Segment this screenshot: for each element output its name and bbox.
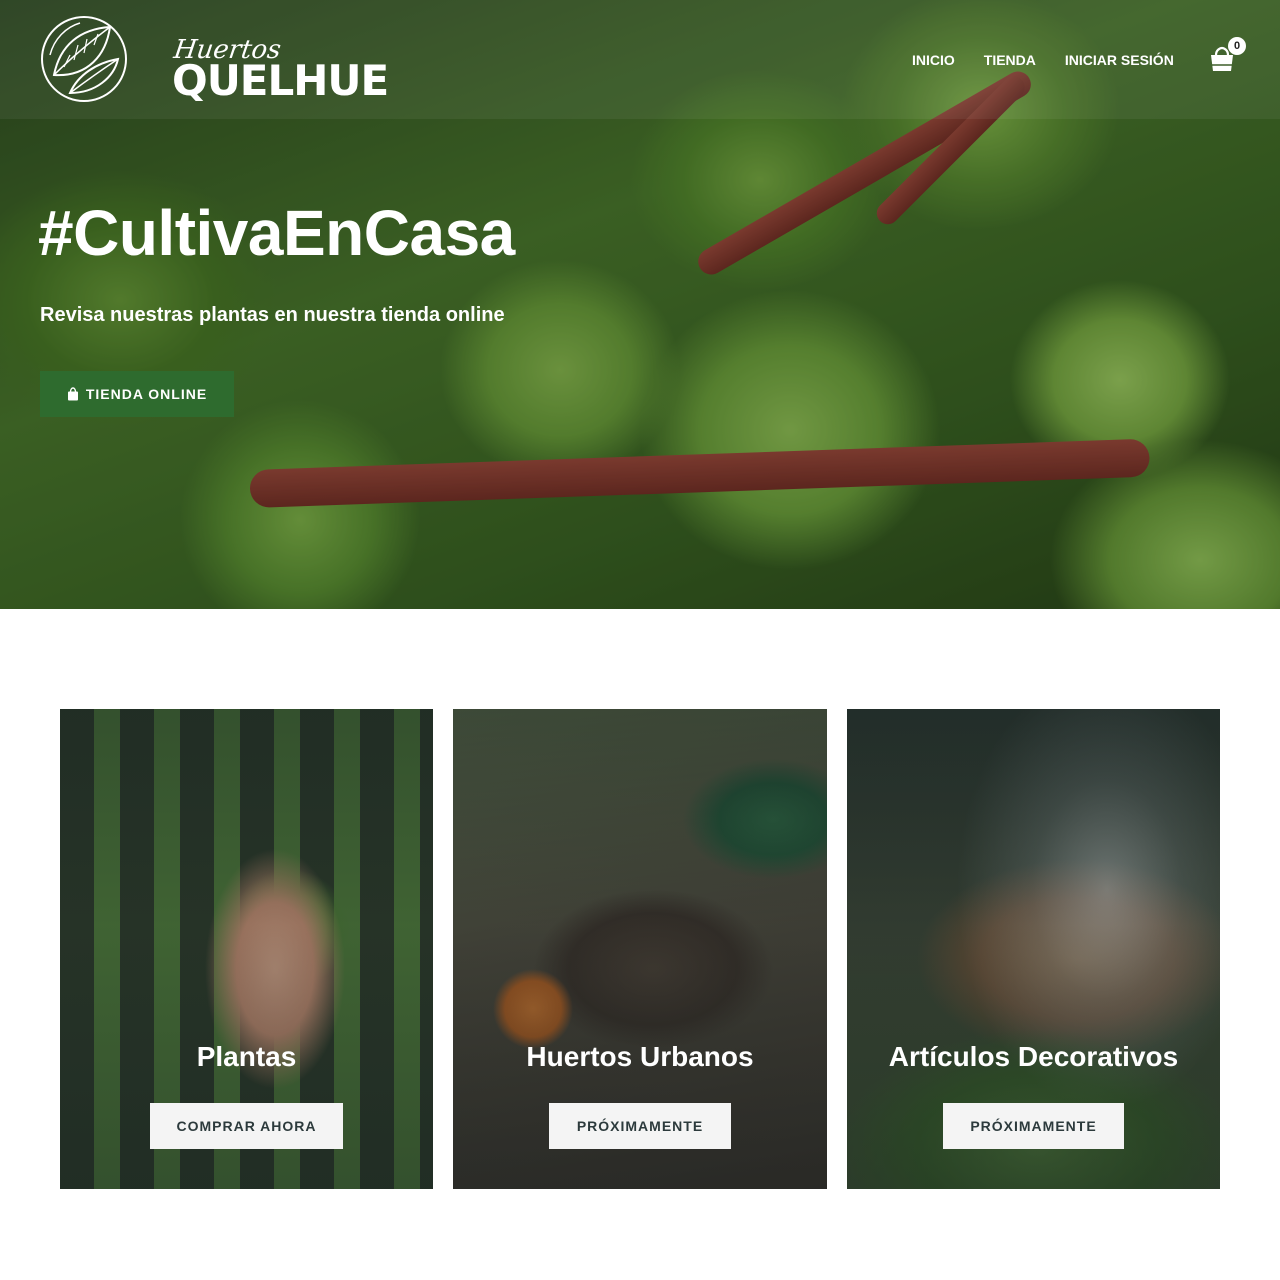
category-card-huertos-urbanos[interactable]: Huertos Urbanos PRÓXIMAMENTE (453, 709, 827, 1189)
category-card-plantas[interactable]: Plantas COMPRAR AHORA (60, 709, 433, 1189)
nav-item-tienda[interactable]: TIENDA (984, 52, 1036, 68)
hero-banner: Huertos QUELHUE INICIO TIENDA INICIAR SE… (0, 0, 1280, 609)
coming-soon-button[interactable]: PRÓXIMAMENTE (943, 1103, 1124, 1149)
card-title: Artículos Decorativos (888, 1041, 1179, 1072)
buy-now-button[interactable]: COMPRAR AHORA (150, 1103, 343, 1149)
brand-logo[interactable]: Huertos QUELHUE (40, 15, 389, 105)
online-store-button-label: TIENDA ONLINE (85, 386, 208, 402)
category-card-articulos-decorativos[interactable]: Artículos Decorativos PRÓXIMAMENTE (847, 709, 1220, 1189)
nav-item-iniciar-sesion[interactable]: INICIAR SESIÓN (1065, 52, 1174, 68)
card-title: Huertos Urbanos (526, 1041, 754, 1072)
online-store-button[interactable]: TIENDA ONLINE (40, 371, 234, 417)
hero-title: #CultivaEnCasa (38, 197, 515, 269)
main-nav: INICIO TIENDA INICIAR SESIÓN (912, 52, 1203, 68)
brand-wordmark: QUELHUE (172, 56, 389, 105)
coming-soon-button[interactable]: PRÓXIMAMENTE (549, 1103, 731, 1149)
cart-count-badge: 0 (1228, 37, 1246, 55)
shopping-bag-icon (67, 387, 78, 401)
card-title: Plantas (196, 1041, 297, 1072)
leaf-emblem-icon (41, 16, 127, 102)
nav-item-inicio[interactable]: INICIO (912, 52, 955, 68)
hero-subtitle: Revisa nuestras plantas en nuestra tiend… (40, 304, 505, 326)
